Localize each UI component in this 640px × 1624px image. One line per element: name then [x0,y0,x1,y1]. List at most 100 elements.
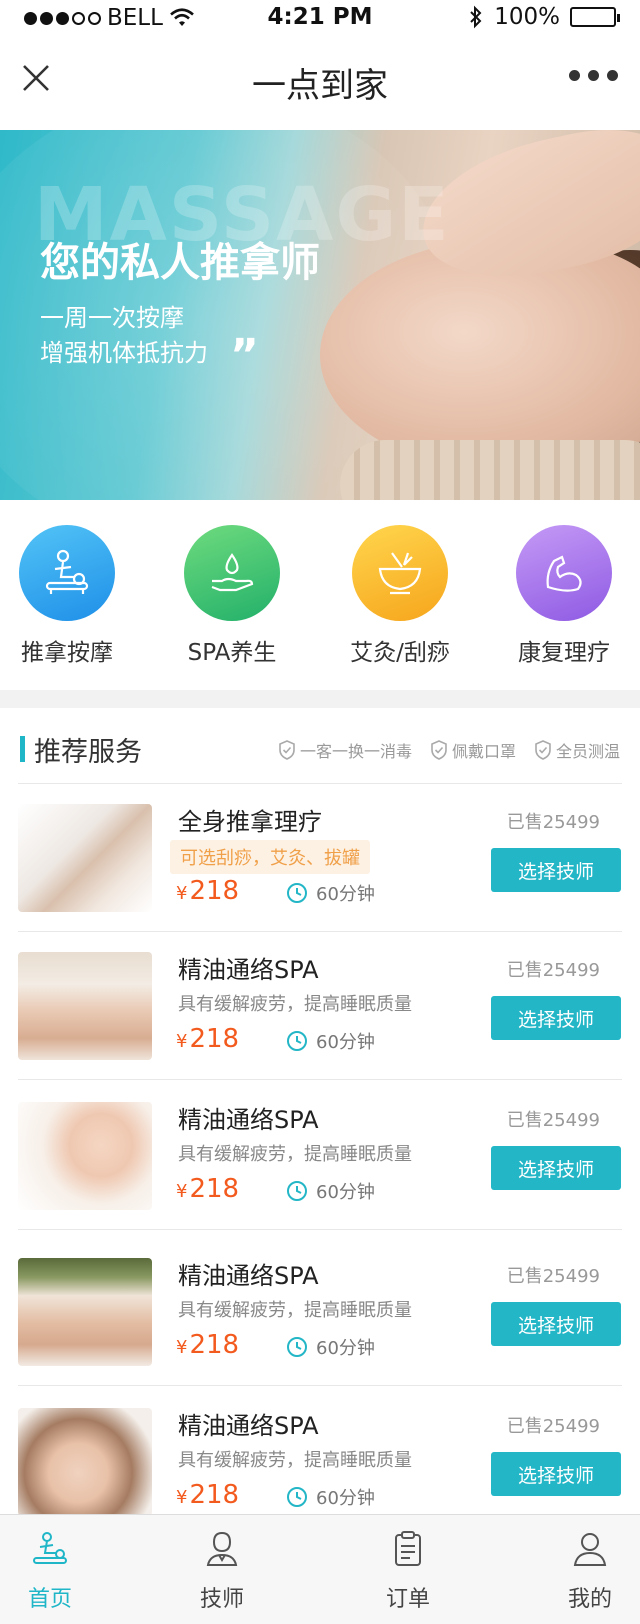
status-right: 100% [468,4,620,30]
tab-label: 技师 [199,1587,244,1612]
price-value: 218 [189,1330,240,1360]
tab-profile[interactable]: 我的 [530,1515,640,1613]
choose-therapist-button[interactable]: 选择技师 [491,848,621,892]
service-duration: 60分钟 [286,1178,375,1204]
service-thumbnail [18,952,152,1060]
tab-label: 我的 [567,1587,612,1612]
section-title: 推荐服务 [34,737,142,768]
category-label: 康复理疗 [518,640,610,666]
choose-therapist-button[interactable]: 选择技师 [491,1146,621,1190]
duration-text: 60分钟 [316,1338,375,1359]
nav-bar: 一点到家 [0,38,640,130]
service-duration: 60分钟 [286,1334,375,1360]
service-tag: 可选刮痧，艾灸、拔罐 [170,840,370,874]
safety-badge-label: 一客一换一消毒 [299,742,412,761]
mortar-icon [352,525,448,621]
row-divider [18,1229,622,1230]
recommended-section-header: 推荐服务 一客一换一消毒 佩戴口罩 全员测温 [0,708,640,784]
service-price: ¥218 [176,1330,239,1360]
service-description: 具有缓解疲劳，提高睡眠质量 [178,994,412,1015]
category-label: SPA养生 [187,640,277,666]
category-spa[interactable]: SPA养生 [152,525,312,667]
price-value: 218 [189,1480,240,1510]
profile-icon [573,1533,607,1566]
currency-symbol: ¥ [176,883,188,904]
tab-orders[interactable]: 订单 [348,1515,468,1613]
category-grid: 推拿按摩 SPA养生 艾灸/刮痧 康复理疗 [0,500,640,690]
service-title: 精油通络SPA [178,956,319,984]
service-item[interactable]: 精油通络SPA 具有缓解疲劳，提高睡眠质量 ¥218 60分钟 已售25499 … [0,1238,640,1386]
service-description: 具有缓解疲劳，提高睡眠质量 [178,1300,412,1321]
sold-count: 已售25499 [506,1266,600,1287]
service-thumbnail [18,1408,152,1516]
service-title: 全身推拿理疗 [178,808,322,836]
service-title: 精油通络SPA [178,1106,319,1134]
safety-badge-label: 佩戴口罩 [451,742,516,761]
currency-symbol: ¥ [176,1181,188,1202]
section-divider [0,690,640,708]
duration-text: 60分钟 [316,1488,375,1509]
shield-check-icon [535,740,551,760]
safety-badges: 一客一换一消毒 佩戴口罩 全员测温 [278,738,620,762]
price-value: 218 [189,1024,240,1054]
safety-badge: 一客一换一消毒 [278,738,412,762]
spa-hand-icon [184,525,280,621]
clock-icon [287,883,307,903]
more-menu-icon[interactable] [569,70,618,81]
tab-label: 首页 [27,1587,72,1612]
category-moxibustion[interactable]: 艾灸/刮痧 [320,525,480,667]
duration-text: 60分钟 [316,1182,375,1203]
battery-percent: 100% [494,4,560,30]
price-value: 218 [189,876,240,906]
banner-subtitle-line2: 增强机体抵抗力 [40,339,208,367]
service-price: ¥218 [176,1174,239,1204]
service-price: ¥218 [176,876,239,906]
muscle-arm-icon [516,525,612,621]
service-description: 具有缓解疲劳，提高睡眠质量 [178,1144,412,1165]
clock-icon [287,1181,307,1201]
service-duration: 60分钟 [286,1028,375,1054]
service-item[interactable]: 精油通络SPA 具有缓解疲劳，提高睡眠质量 ¥218 60分钟 已售25499 … [0,1082,640,1230]
category-rehab[interactable]: 康复理疗 [484,525,640,667]
service-item[interactable]: 精油通络SPA 具有缓解疲劳，提高睡眠质量 ¥218 60分钟 已售25499 … [0,932,640,1080]
category-massage[interactable]: 推拿按摩 [0,525,147,667]
shield-check-icon [279,740,295,760]
category-label: 推拿按摩 [21,640,113,666]
service-duration: 60分钟 [286,1484,375,1510]
bluetooth-icon [470,5,482,29]
choose-therapist-button[interactable]: 选择技师 [491,1302,621,1346]
shield-check-icon [431,740,447,760]
service-title: 精油通络SPA [178,1412,319,1440]
sold-count: 已售25499 [506,960,600,981]
clock-icon [287,1487,307,1507]
safety-badge: 全员测温 [534,738,620,762]
therapist-icon [206,1531,238,1566]
row-divider [18,1079,622,1080]
tab-home[interactable]: 首页 [0,1515,110,1613]
status-bar: BELL 4:21 PM 100% [0,0,640,38]
choose-therapist-button[interactable]: 选择技师 [491,1452,621,1496]
service-price: ¥218 [176,1024,239,1054]
service-item[interactable]: 全身推拿理疗 可选刮痧，艾灸、拔罐 ¥218 60分钟 已售25499 选择技师 [0,784,640,932]
service-description: 具有缓解疲劳，提高睡眠质量 [178,1450,412,1471]
currency-symbol: ¥ [176,1487,188,1508]
currency-symbol: ¥ [176,1337,188,1358]
choose-therapist-button[interactable]: 选择技师 [491,996,621,1040]
section-accent-bar [20,736,25,762]
tab-therapist[interactable]: 技师 [162,1515,282,1613]
sold-count: 已售25499 [506,1110,600,1131]
quote-mark-icon: ” [230,330,259,381]
order-clipboard-icon [395,1531,421,1566]
massage-icon [19,525,115,621]
safety-badge: 佩戴口罩 [430,738,516,762]
duration-text: 60分钟 [316,1032,375,1053]
clock-icon [287,1337,307,1357]
service-thumbnail [18,1258,152,1366]
clock-icon [287,1031,307,1051]
safety-badge-label: 全员测温 [555,742,620,761]
banner-image-towel [340,440,640,500]
service-price: ¥218 [176,1480,239,1510]
promo-banner[interactable]: MASSAGE 您的私人推拿师 一周一次按摩 增强机体抵抗力 ” [0,130,640,500]
price-value: 218 [189,1174,240,1204]
home-massage-icon [33,1532,67,1564]
